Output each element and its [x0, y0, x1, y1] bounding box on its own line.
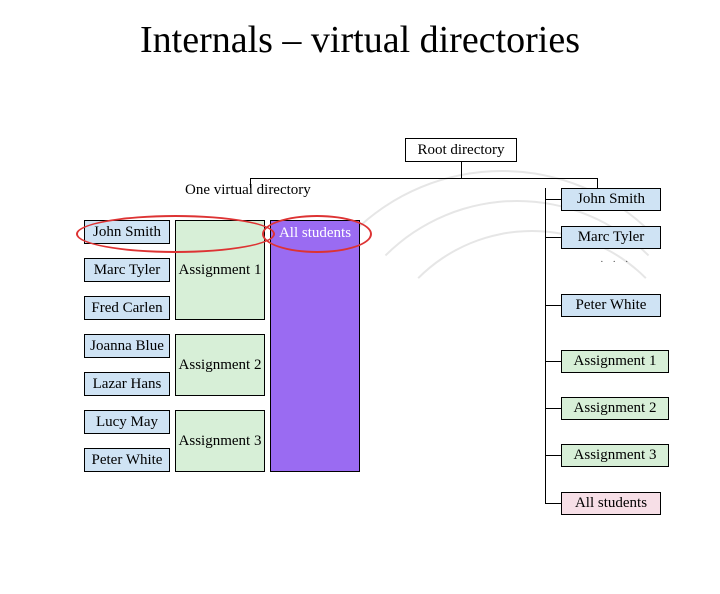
- student-box: Lazar Hans: [84, 372, 170, 396]
- connector: [250, 178, 598, 179]
- bg-arc-2: [330, 200, 704, 574]
- student-box: Marc Tyler: [84, 258, 170, 282]
- connector: [545, 503, 561, 504]
- assignment-box: Assignment 3: [175, 410, 265, 472]
- connector: [461, 162, 462, 178]
- student-box: Joanna Blue: [84, 334, 170, 358]
- tree-student: John Smith: [561, 188, 661, 211]
- tree-student: Peter White: [561, 294, 661, 317]
- connector: [545, 237, 561, 238]
- connector: [545, 199, 561, 200]
- one-virtual-directory-label: One virtual directory: [185, 182, 311, 199]
- tree-spine: [545, 188, 546, 504]
- tree-assignment: Assignment 1: [561, 350, 669, 373]
- assignment-box: Assignment 2: [175, 334, 265, 396]
- student-box: Lucy May: [84, 410, 170, 434]
- connector: [545, 408, 561, 409]
- all-students-big-box: All students: [270, 220, 360, 472]
- root-directory-box: Root directory: [405, 138, 517, 162]
- connector: [545, 455, 561, 456]
- tree-allstudents: All students: [561, 492, 661, 515]
- slide-title: Internals – virtual directories: [0, 18, 720, 62]
- assignment-box: Assignment 1: [175, 220, 265, 320]
- connector: [545, 305, 561, 306]
- tree-student: Marc Tyler: [561, 226, 661, 249]
- student-box: Fred Carlen: [84, 296, 170, 320]
- connector: [597, 178, 598, 188]
- student-box: John Smith: [84, 220, 170, 244]
- tree-assignment: Assignment 2: [561, 397, 669, 420]
- tree-assignment: Assignment 3: [561, 444, 669, 467]
- student-box: Peter White: [84, 448, 170, 472]
- tree-ellipsis: · · ·: [600, 256, 632, 268]
- connector: [545, 361, 561, 362]
